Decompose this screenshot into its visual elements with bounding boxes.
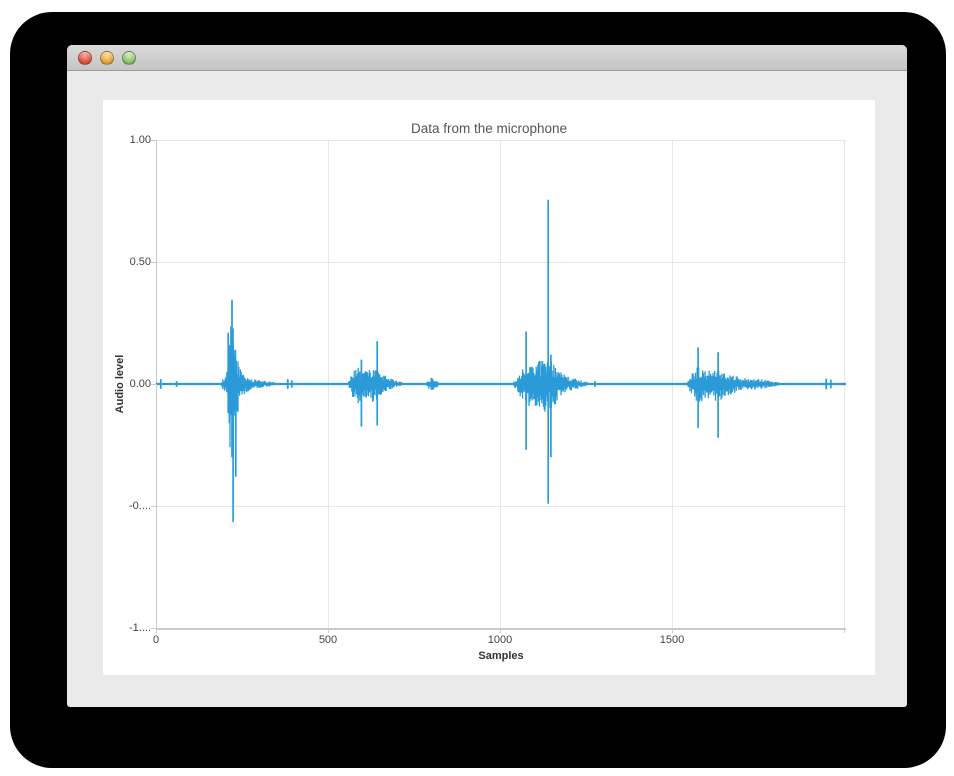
y-tick-label: -0....	[103, 500, 151, 513]
x-tick-mark	[672, 628, 673, 633]
x-tick-mark	[328, 628, 329, 633]
x-tick-mark	[156, 628, 157, 633]
window-shadow: Data from the microphone 1.00 0.50 0.00 -0.…	[10, 12, 946, 768]
y-tick-label: 0.50	[103, 256, 151, 269]
minimize-button[interactable]	[100, 51, 114, 65]
desktop-background: Data from the microphone 1.00 0.50 0.00 -0.…	[0, 0, 954, 776]
x-tick-mark	[844, 628, 845, 633]
h-gridline	[156, 628, 846, 630]
chart-card: Data from the microphone 1.00 0.50 0.00 -0.…	[103, 100, 875, 675]
x-axis-title: Samples	[156, 650, 846, 662]
x-tick-label: 1500	[642, 634, 702, 647]
x-tick-mark	[500, 628, 501, 633]
waveform-svg	[156, 140, 846, 628]
zoom-button[interactable]	[122, 51, 136, 65]
y-axis-title: Audio level	[114, 355, 126, 414]
y-tick-label: 1.00	[103, 134, 151, 147]
close-button[interactable]	[78, 51, 92, 65]
y-tick-mark	[151, 384, 157, 385]
y-tick-mark	[151, 140, 157, 141]
x-tick-label: 0	[126, 634, 186, 647]
y-tick-label: 0.00	[103, 378, 151, 391]
app-window: Data from the microphone 1.00 0.50 0.00 -0.…	[67, 45, 907, 707]
y-tick-label: -1....	[103, 622, 151, 635]
chart-title: Data from the microphone	[103, 121, 875, 136]
plot-area	[156, 140, 846, 628]
waveform-spikes	[161, 200, 831, 522]
window-controls	[78, 45, 136, 71]
y-tick-mark	[151, 262, 157, 263]
x-tick-label: 1000	[470, 634, 530, 647]
waveform-bars	[222, 326, 779, 451]
title-bar[interactable]	[67, 45, 907, 71]
y-tick-mark	[151, 506, 157, 507]
x-tick-label: 500	[298, 634, 358, 647]
